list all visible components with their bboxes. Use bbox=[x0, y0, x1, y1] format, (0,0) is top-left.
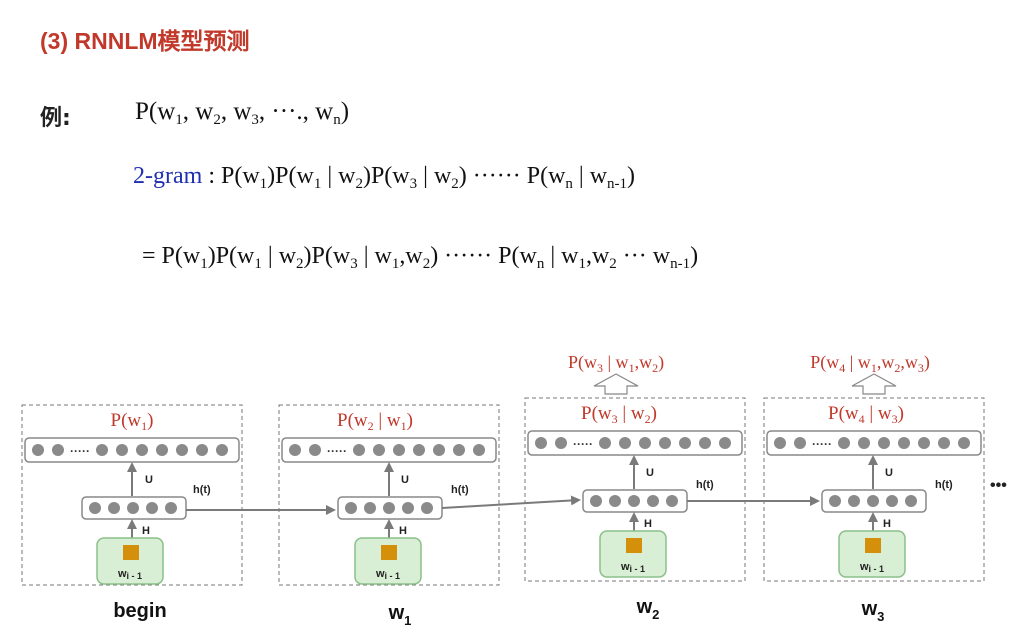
input-vector bbox=[123, 545, 139, 560]
u-label: U bbox=[646, 467, 654, 479]
u-label: U bbox=[145, 474, 153, 486]
word-label: w3 bbox=[861, 598, 885, 624]
h-label: H bbox=[142, 525, 150, 537]
node bbox=[774, 437, 786, 449]
ht-label: h(t) bbox=[451, 484, 469, 496]
node bbox=[666, 495, 678, 507]
node bbox=[679, 437, 691, 449]
node bbox=[535, 437, 547, 449]
node bbox=[289, 444, 301, 456]
node bbox=[628, 495, 640, 507]
output-prob: P(w4 | w3) bbox=[828, 403, 904, 426]
input-vector bbox=[381, 545, 397, 560]
node bbox=[96, 444, 108, 456]
up-arrow-icon bbox=[593, 373, 639, 395]
node bbox=[473, 444, 485, 456]
node bbox=[609, 495, 621, 507]
diagram-column-1: P(w2 | w1) ····· U H wi - 1 w1 bbox=[278, 404, 500, 628]
node bbox=[867, 495, 879, 507]
node-dots: ····· bbox=[573, 437, 593, 451]
diagram-column-0: P(w1) ····· U H wi - 1 begin bbox=[21, 404, 243, 622]
node bbox=[699, 437, 711, 449]
word-label: w1 bbox=[388, 602, 412, 628]
h-arrow bbox=[441, 495, 581, 509]
node bbox=[309, 444, 321, 456]
h-label: H bbox=[883, 518, 891, 530]
h-label: H bbox=[399, 525, 407, 537]
ht-label: h(t) bbox=[935, 479, 953, 491]
node bbox=[216, 444, 228, 456]
node bbox=[659, 437, 671, 449]
node bbox=[364, 502, 376, 514]
top-prob: P(w4 | w1,w2,w3) bbox=[810, 352, 930, 375]
output-prob: P(w1) bbox=[111, 410, 154, 433]
node bbox=[555, 437, 567, 449]
node bbox=[878, 437, 890, 449]
output-prob: P(w3 | w2) bbox=[581, 403, 657, 426]
node-dots: ····· bbox=[70, 444, 90, 458]
node bbox=[353, 444, 365, 456]
h-label: H bbox=[644, 518, 652, 530]
node bbox=[453, 444, 465, 456]
node bbox=[413, 444, 425, 456]
node bbox=[838, 437, 850, 449]
node bbox=[958, 437, 970, 449]
word-label: w2 bbox=[636, 596, 660, 622]
node bbox=[136, 444, 148, 456]
node bbox=[108, 502, 120, 514]
node bbox=[52, 444, 64, 456]
word-label: begin bbox=[113, 600, 166, 622]
input-vector bbox=[626, 538, 642, 553]
node bbox=[794, 437, 806, 449]
ht-label: h(t) bbox=[193, 484, 211, 496]
node-dots: ····· bbox=[812, 437, 832, 451]
rnn-diagram: P(w1) ····· U H wi - 1 begin P(w2 | w1) … bbox=[21, 352, 1007, 628]
node bbox=[176, 444, 188, 456]
node bbox=[373, 444, 385, 456]
node bbox=[938, 437, 950, 449]
node bbox=[421, 502, 433, 514]
ht-label: h(t) bbox=[696, 479, 714, 491]
u-label: U bbox=[885, 467, 893, 479]
node bbox=[599, 437, 611, 449]
node bbox=[647, 495, 659, 507]
node bbox=[393, 444, 405, 456]
node bbox=[719, 437, 731, 449]
node bbox=[165, 502, 177, 514]
node bbox=[905, 495, 917, 507]
u-label: U bbox=[401, 474, 409, 486]
node bbox=[433, 444, 445, 456]
node bbox=[848, 495, 860, 507]
node-dots: ····· bbox=[327, 444, 347, 458]
node bbox=[345, 502, 357, 514]
node bbox=[858, 437, 870, 449]
node bbox=[89, 502, 101, 514]
node bbox=[116, 444, 128, 456]
node bbox=[590, 495, 602, 507]
input-vector bbox=[865, 538, 881, 553]
output-prob: P(w2 | w1) bbox=[337, 410, 413, 433]
node bbox=[918, 437, 930, 449]
node bbox=[196, 444, 208, 456]
node bbox=[146, 502, 158, 514]
node bbox=[886, 495, 898, 507]
top-prob: P(w3 | w1,w2) bbox=[568, 352, 664, 375]
node bbox=[127, 502, 139, 514]
node bbox=[829, 495, 841, 507]
node bbox=[402, 502, 414, 514]
up-arrow-icon bbox=[851, 373, 897, 395]
node bbox=[32, 444, 44, 456]
node bbox=[619, 437, 631, 449]
ellipsis-icon: ••• bbox=[990, 477, 1007, 494]
node bbox=[898, 437, 910, 449]
node bbox=[156, 444, 168, 456]
node bbox=[639, 437, 651, 449]
node bbox=[383, 502, 395, 514]
